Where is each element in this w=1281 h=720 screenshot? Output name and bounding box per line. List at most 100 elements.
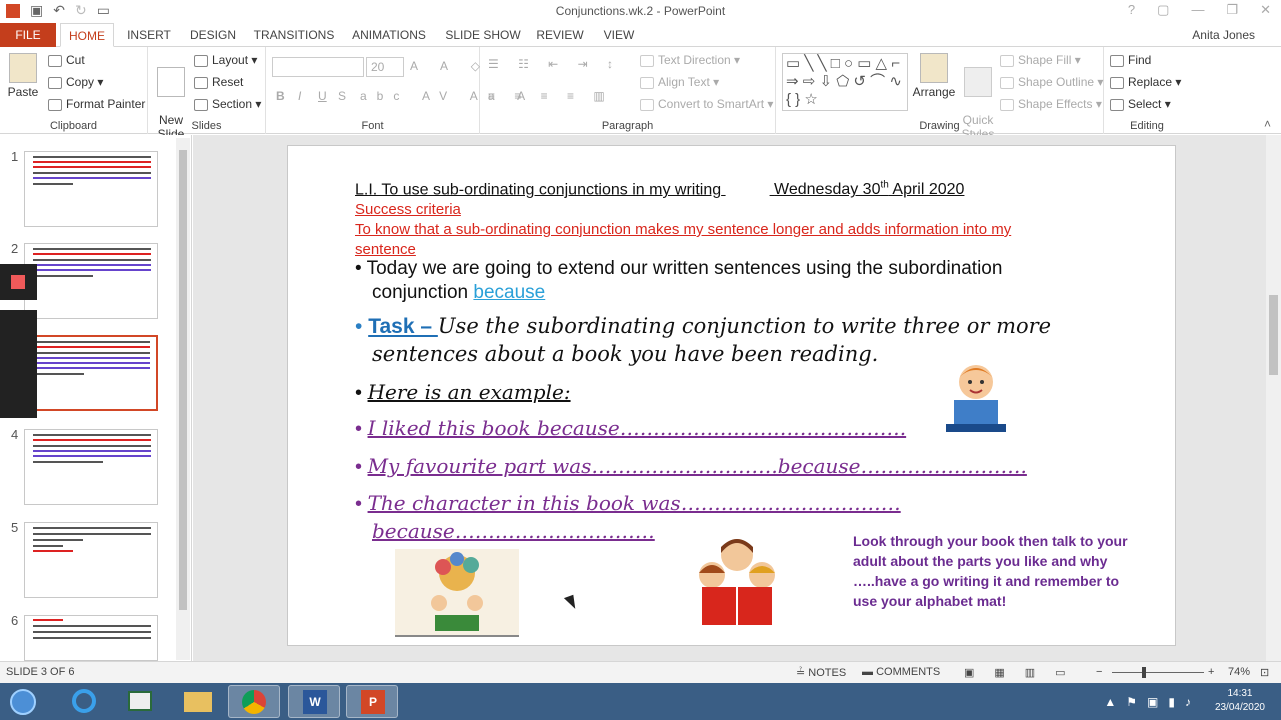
replace-button[interactable]: Replace ▾ xyxy=(1110,75,1181,89)
because-link[interactable]: because xyxy=(473,282,545,303)
convert-smartart-button[interactable]: Convert to SmartArt ▾ xyxy=(640,97,773,111)
tab-insert[interactable]: INSERT xyxy=(122,23,176,47)
slide-thumbnail-1[interactable] xyxy=(24,151,158,227)
fit-slide-icon[interactable]: ⊡ xyxy=(1260,666,1269,679)
start-button[interactable] xyxy=(0,685,48,718)
bold-button[interactable]: B xyxy=(276,89,285,103)
thumb-number: 1 xyxy=(11,149,19,164)
close-button[interactable]: ✕ xyxy=(1260,2,1271,18)
select-button[interactable]: Select ▾ xyxy=(1110,97,1171,111)
slide[interactable]: L.I. To use sub-ordinating conjunctions … xyxy=(287,145,1176,646)
slide-thumbnail-4[interactable] xyxy=(24,429,158,505)
align-text-button[interactable]: Align Text ▾ xyxy=(640,75,719,89)
find-button[interactable]: Find xyxy=(1110,53,1151,67)
font-size-buttons[interactable]: A A ◇ xyxy=(410,59,490,73)
overlay-button-2[interactable] xyxy=(0,310,37,346)
powerpoint-taskbar-button[interactable]: P xyxy=(346,685,398,718)
example-1: • I liked this book because…………………………………… xyxy=(355,416,907,440)
font-size-box[interactable]: 20 xyxy=(366,57,404,77)
smartart-icon xyxy=(640,98,654,111)
overlay-button-3[interactable] xyxy=(0,346,37,382)
view-buttons[interactable]: ▣▦▥▭ xyxy=(964,666,1086,679)
powerpoint-icon: P xyxy=(361,690,385,714)
taskbar-clock[interactable]: 14:31 23/04/2020 xyxy=(1215,687,1265,715)
explorer-window-button[interactable] xyxy=(114,685,166,718)
italic-button[interactable]: I xyxy=(298,89,301,103)
thumbnails-scrollbar[interactable] xyxy=(176,138,190,660)
shape-effects-button[interactable]: Shape Effects ▾ xyxy=(1000,97,1102,111)
tab-home[interactable]: HOME xyxy=(60,23,114,47)
arrange-icon xyxy=(920,53,948,83)
volume-icon[interactable]: ♪ xyxy=(1185,695,1191,709)
flag-icon[interactable]: ⚑ xyxy=(1126,695,1137,709)
show-hidden-icons[interactable]: ▲ xyxy=(1104,695,1116,709)
thumb-number: 5 xyxy=(11,520,19,535)
paragraph-group: ☰ ☷ ⇤ ⇥ ↕ ≡ ≡ ≡ ≡ ▥ Text Direction ▾ Ali… xyxy=(480,47,776,134)
slide-thumbnail-5[interactable] xyxy=(24,522,158,598)
tab-view[interactable]: VIEW xyxy=(598,23,640,47)
underline-button[interactable]: U xyxy=(318,89,327,103)
tab-animations[interactable]: ANIMATIONS xyxy=(348,23,430,47)
security-icon[interactable]: ▣ xyxy=(1147,695,1158,709)
notes-icon: ≟ xyxy=(796,667,809,679)
tab-design[interactable]: DESIGN xyxy=(186,23,240,47)
scrollbar-thumb[interactable] xyxy=(179,150,187,610)
comments-button[interactable]: ▬ COMMENTS xyxy=(862,666,940,678)
shape-outline-button[interactable]: Shape Outline ▾ xyxy=(1000,75,1103,89)
children-reading-image[interactable] xyxy=(395,549,519,637)
zoom-slider[interactable] xyxy=(1112,672,1204,673)
window-title: Conjunctions.wk.2 - PowerPoint xyxy=(555,4,726,18)
minimize-button[interactable]: — xyxy=(1191,2,1204,18)
effects-icon xyxy=(1000,98,1014,111)
example-bullet: • Here is an example: xyxy=(355,380,571,404)
tab-file[interactable]: FILE xyxy=(0,23,56,47)
record-button[interactable] xyxy=(0,264,37,300)
reset-button[interactable]: Reset xyxy=(194,75,243,89)
scrollbar-thumb[interactable] xyxy=(1269,295,1278,375)
overlay-button-4[interactable] xyxy=(0,382,37,418)
section-button[interactable]: Section ▾ xyxy=(194,97,261,111)
copy-icon xyxy=(48,76,62,89)
paste-button[interactable]: Paste xyxy=(6,53,40,99)
help-icon[interactable]: ? xyxy=(1128,2,1135,18)
word-taskbar-button[interactable]: W xyxy=(288,685,340,718)
slide-thumbnail-2[interactable] xyxy=(24,243,158,319)
bullet-intro-cont: conjunction because xyxy=(372,282,546,303)
new-slide-icon xyxy=(157,67,185,97)
notes-button[interactable]: ≟ NOTES xyxy=(796,666,846,679)
zoom-slider-handle[interactable] xyxy=(1142,667,1146,678)
family-reading-image[interactable] xyxy=(690,533,784,631)
network-icon[interactable]: ▮ xyxy=(1168,695,1175,709)
cut-button[interactable]: Cut xyxy=(48,53,85,67)
ie-taskbar-button[interactable] xyxy=(58,685,110,718)
chrome-taskbar-button[interactable] xyxy=(228,685,280,718)
zoom-level[interactable]: 74% xyxy=(1228,666,1250,678)
slide-thumbnail-3[interactable] xyxy=(24,335,158,411)
tab-review[interactable]: REVIEW xyxy=(534,23,586,47)
tab-transitions[interactable]: TRANSITIONS xyxy=(252,23,336,47)
slide-thumbnail-6[interactable] xyxy=(24,615,158,661)
format-painter-button[interactable]: Format Painter xyxy=(48,97,145,111)
collapse-ribbon-icon[interactable]: ˄ xyxy=(1264,117,1271,131)
shadow-button[interactable]: S xyxy=(338,89,346,103)
ribbon-display-icon[interactable]: ▢ xyxy=(1157,2,1169,18)
font-name-box[interactable] xyxy=(272,57,364,77)
canvas-scrollbar[interactable] xyxy=(1266,135,1281,661)
file-explorer-button[interactable] xyxy=(172,685,224,718)
windows-taskbar: W P ▲ ⚑ ▣ ▮ ♪ 14:31 23/04/2020 xyxy=(0,683,1281,720)
arrange-button[interactable]: Arrange xyxy=(912,53,956,99)
copy-button[interactable]: Copy ▾ xyxy=(48,75,103,89)
boy-reading-image[interactable] xyxy=(940,358,1012,436)
user-name[interactable]: Anita Jones xyxy=(1192,28,1255,42)
list-buttons[interactable]: ☰ ☷ ⇤ ⇥ ↕ xyxy=(488,57,621,71)
tab-slide-show[interactable]: SLIDE SHOW xyxy=(444,23,522,47)
zoom-out-button[interactable]: − xyxy=(1096,666,1102,678)
layout-button[interactable]: Layout ▾ xyxy=(194,53,257,67)
shapes-gallery[interactable]: ▭ ╲ ╲ □ ○ ▭ △ ⌐ ⇒ ⇨ ⇩ ⬠ ↺ ⌒ ∿ { } ☆ xyxy=(782,53,908,111)
restore-button[interactable]: ❐ xyxy=(1226,2,1238,18)
folder-icon xyxy=(184,692,212,712)
zoom-in-button[interactable]: + xyxy=(1208,666,1214,678)
text-direction-button[interactable]: Text Direction ▾ xyxy=(640,53,740,67)
align-buttons[interactable]: ≡ ≡ ≡ ≡ ▥ xyxy=(488,89,613,103)
shape-fill-button[interactable]: Shape Fill ▾ xyxy=(1000,53,1081,67)
